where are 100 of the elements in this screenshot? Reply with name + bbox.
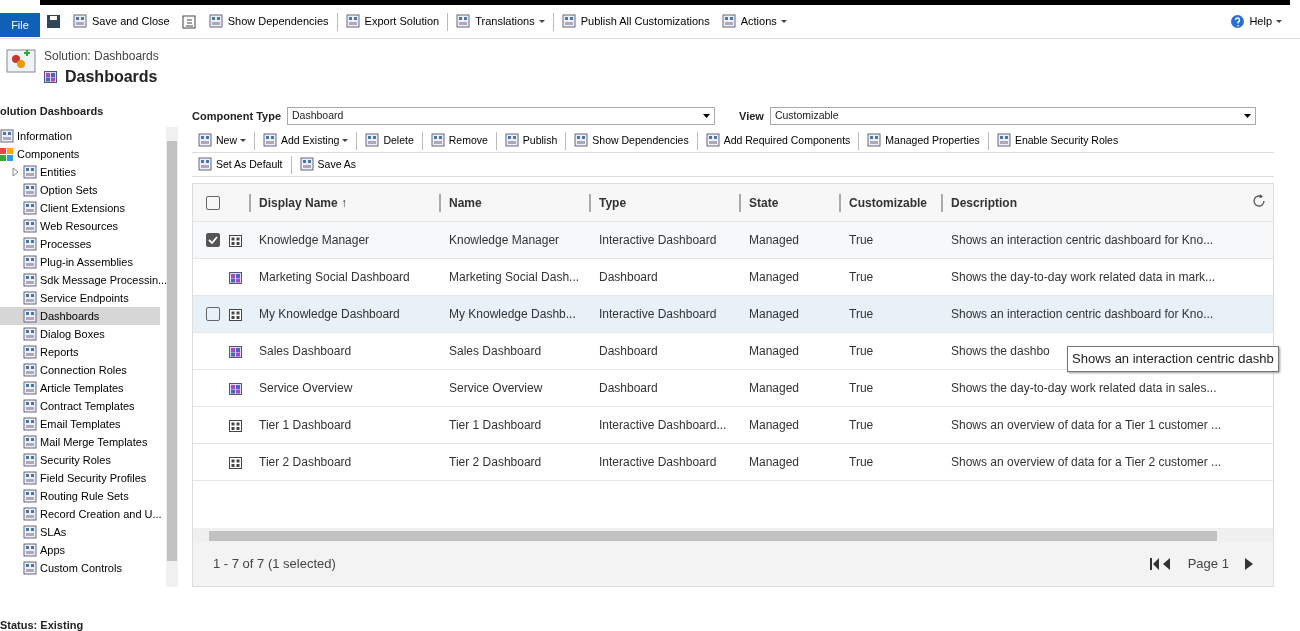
- table-cell: Interactive Dashboard: [599, 455, 717, 469]
- table-cell: Dashboard: [599, 344, 658, 358]
- table-cell: Shows an interaction centric dashboard for Kno...: [951, 307, 1214, 321]
- component-icon: [23, 417, 37, 431]
- table-cell: Dashboard: [599, 270, 658, 284]
- sidebar-item[interactable]: Components: [0, 145, 160, 163]
- ribbon-button[interactable]: Show Dependencies: [202, 13, 335, 30]
- component-icon: [23, 561, 37, 575]
- ribbon-button[interactable]: Save and Close: [67, 13, 176, 30]
- sidebar-item[interactable]: Email Templates: [0, 415, 160, 433]
- first-page-icon: [1149, 557, 1172, 571]
- help-button[interactable]: Help: [1224, 13, 1288, 30]
- table-cell: True: [849, 344, 874, 358]
- component-icon: [23, 201, 37, 215]
- sidebar-item[interactable]: Web Resources: [0, 217, 160, 235]
- component-icon: [23, 453, 37, 467]
- table-cell: Service Overview: [259, 381, 353, 395]
- menu-button[interactable]: New: [192, 132, 252, 149]
- column-header[interactable]: Type: [589, 193, 739, 212]
- sidebar-item[interactable]: Service Endpoints: [0, 289, 160, 307]
- ribbon-button[interactable]: Export Solution: [339, 13, 446, 30]
- toolbar-icon: [430, 133, 446, 148]
- table-cell: Interactive Dashboard: [599, 233, 717, 247]
- sidebar-item[interactable]: Apps: [0, 541, 160, 559]
- toolbar-button[interactable]: Set As Default: [192, 156, 289, 173]
- dropdown-field[interactable]: Customizable: [769, 107, 1256, 125]
- toolbar-button[interactable]: Remove: [424, 132, 494, 149]
- refresh-icon: [1250, 193, 1267, 209]
- next-page-icon: [1244, 557, 1253, 571]
- column-header[interactable]: Name: [439, 193, 589, 212]
- status-text: Status: Existing: [0, 618, 85, 631]
- select-all-checkbox[interactable]: [206, 195, 220, 210]
- print-icon: [181, 14, 197, 29]
- toolbar-button[interactable]: Add Required Components: [699, 132, 857, 149]
- sidebar-item[interactable]: Processes: [0, 235, 160, 253]
- dropdown-arrow-icon: [1243, 114, 1251, 118]
- component-icon: [23, 471, 37, 485]
- component-icon: [23, 255, 37, 269]
- component-icon: [23, 309, 37, 323]
- sidebar-item[interactable]: Reports: [0, 343, 160, 361]
- menu-button[interactable]: Add Existing: [257, 132, 355, 149]
- table-cell: Tier 2 Dashboard: [259, 455, 352, 469]
- sidebar-item[interactable]: Dialog Boxes: [0, 325, 160, 343]
- sidebar-item[interactable]: Information: [0, 127, 160, 145]
- sidebar-item[interactable]: Entities: [0, 163, 160, 181]
- table-cell: Interactive Dashboard: [599, 307, 717, 321]
- sidebar-item[interactable]: Record Creation and U...: [0, 505, 164, 523]
- scrollbar[interactable]: [166, 127, 178, 587]
- toolbar-button[interactable]: Save As: [293, 156, 363, 173]
- solution-icon: [6, 47, 36, 75]
- column-header[interactable]: Display Name ↑: [249, 193, 439, 212]
- table-cell: My Knowledge Dashboard: [259, 307, 400, 321]
- toolbar-icon: [345, 14, 361, 29]
- table-cell: Shows the dashbo: [951, 344, 1050, 358]
- toolbar-button[interactable]: Managed Properties: [861, 132, 986, 149]
- dropdown-field[interactable]: Dashboard: [287, 107, 715, 125]
- table-cell: Shows the day-to-day work related data in sales...: [951, 381, 1217, 395]
- toolbar-icon: [208, 14, 224, 29]
- sidebar-item[interactable]: Routing Rule Sets: [0, 487, 160, 505]
- component-icon: [23, 219, 37, 233]
- caret-icon: [780, 20, 787, 23]
- table-cell: True: [849, 418, 874, 432]
- row-checkbox[interactable]: [206, 307, 220, 321]
- sidebar-item[interactable]: Contract Templates: [0, 397, 160, 415]
- help-icon: [1230, 14, 1246, 29]
- toolbar-button[interactable]: Publish: [498, 132, 564, 149]
- component-icon: [23, 237, 37, 251]
- sidebar-item[interactable]: SLAs: [0, 523, 160, 541]
- row-checkbox[interactable]: [206, 233, 220, 247]
- table-cell: Shows an overview of data for a Tier 2 customer ...: [951, 455, 1222, 469]
- dashboard-icon: [229, 382, 242, 395]
- file-tab[interactable]: File: [0, 13, 40, 37]
- toolbar-button[interactable]: Delete: [359, 132, 420, 149]
- column-header[interactable]: Customizable: [839, 193, 941, 212]
- sidebar-item[interactable]: Field Security Profiles: [0, 469, 160, 487]
- sidebar-item[interactable]: Connection Roles: [0, 361, 160, 379]
- component-icon: [23, 273, 37, 287]
- toolbar-icon: [996, 133, 1012, 148]
- horizontal-scrollbar[interactable]: [193, 528, 1273, 542]
- sidebar-item[interactable]: Option Sets: [0, 181, 160, 199]
- component-icon: [23, 543, 37, 557]
- menu-button[interactable]: Translations: [450, 13, 551, 30]
- table-cell: Managed: [749, 307, 800, 321]
- toolbar-icon: [504, 133, 520, 148]
- sidebar-item[interactable]: Plug-in Assemblies: [0, 253, 160, 271]
- toolbar-icon: [561, 14, 577, 29]
- sidebar-item[interactable]: Article Templates: [0, 379, 160, 397]
- menu-button[interactable]: Actions: [715, 13, 793, 30]
- sidebar-item[interactable]: Security Roles: [0, 451, 160, 469]
- table-cell: Sales Dashboard: [259, 344, 352, 358]
- sidebar-item[interactable]: Client Extensions: [0, 199, 160, 217]
- toolbar-button[interactable]: Enable Security Roles: [990, 132, 1125, 149]
- sidebar-item[interactable]: Sdk Message Processin...: [0, 271, 170, 289]
- toolbar-button[interactable]: Show Dependencies: [568, 132, 695, 149]
- sidebar-item[interactable]: Custom Controls: [0, 559, 160, 577]
- sidebar-item[interactable]: Dashboards: [0, 307, 160, 325]
- table-cell: Sales Dashboard: [449, 344, 542, 358]
- column-header[interactable]: State: [739, 193, 839, 212]
- sidebar-item[interactable]: Mail Merge Templates: [0, 433, 160, 451]
- ribbon-button[interactable]: Publish All Customizations: [555, 13, 716, 30]
